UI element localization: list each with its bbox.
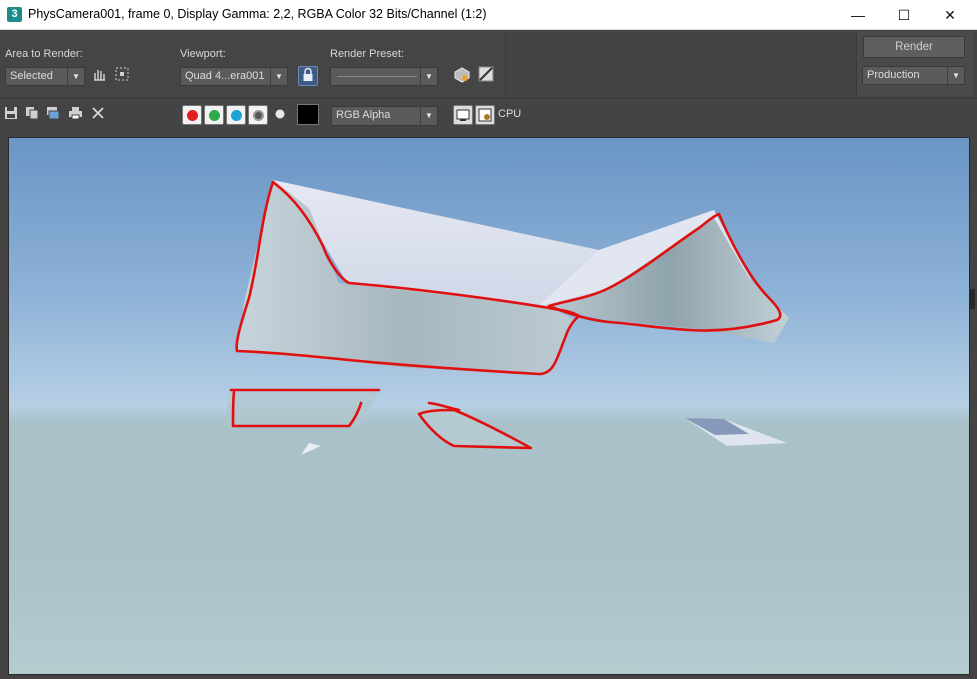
region-select-icon[interactable]	[112, 66, 132, 86]
minimize-button[interactable]: —	[835, 0, 881, 30]
environment-icon[interactable]	[476, 66, 496, 86]
title-bar: 3 PhysCamera001, frame 0, Display Gamma:…	[0, 0, 977, 30]
chevron-down-icon: ▼	[420, 68, 437, 85]
render-button[interactable]: Render	[863, 36, 965, 58]
render-mode-dropdown[interactable]: Production ▼	[862, 66, 965, 85]
maximize-button[interactable]: ☐	[881, 0, 927, 30]
render-mode-value: Production	[867, 69, 920, 81]
blue-channel-icon	[231, 110, 242, 121]
auto-region-icon[interactable]	[89, 66, 109, 86]
area-to-render-value: Selected	[10, 70, 53, 82]
render-controls-panel: Area to Render: Selected ▼ Viewport: Qua…	[0, 30, 977, 98]
vertical-scrollbar[interactable]	[970, 289, 975, 309]
chevron-down-icon: ▼	[67, 68, 84, 85]
viewport-dropdown[interactable]: Quad 4...era001 ▼	[180, 67, 288, 86]
render-setup-icon[interactable]	[452, 66, 472, 86]
monochrome-toggle[interactable]	[272, 107, 288, 123]
green-channel-toggle[interactable]	[204, 105, 224, 125]
blue-channel-toggle[interactable]	[226, 105, 246, 125]
viewport-label: Viewport:	[180, 48, 226, 60]
chevron-down-icon: ▼	[947, 67, 964, 84]
alpha-channel-toggle[interactable]	[248, 105, 268, 125]
area-to-render-label: Area to Render:	[5, 48, 83, 60]
print-icon[interactable]	[67, 106, 83, 122]
viewport-value: Quad 4...era001	[185, 70, 265, 82]
rendered-scene	[224, 180, 789, 455]
save-icon[interactable]	[3, 106, 19, 122]
green-channel-icon	[209, 110, 220, 121]
rendered-image-viewport[interactable]	[8, 137, 970, 675]
alpha-channel-icon	[253, 110, 264, 121]
red-channel-icon	[187, 110, 198, 121]
render-preset-label: Render Preset:	[330, 48, 404, 60]
render-window-button[interactable]	[475, 105, 495, 125]
close-button[interactable]: ✕	[927, 0, 973, 30]
render-preset-dropdown[interactable]: ▼	[330, 67, 438, 86]
area-to-render-dropdown[interactable]: Selected ▼	[5, 67, 85, 86]
copy-icon[interactable]	[24, 106, 40, 122]
frame-buffer-toolbar: RGB Alpha ▼ CPU	[0, 98, 977, 130]
display-channel-value: RGB Alpha	[336, 109, 391, 121]
chevron-down-icon: ▼	[420, 107, 437, 124]
clone-icon[interactable]	[45, 106, 61, 122]
window-title: PhysCamera001, frame 0, Display Gamma: 2…	[28, 7, 487, 21]
display-correction-button[interactable]	[453, 105, 473, 125]
swatch-color-box[interactable]	[297, 104, 319, 125]
display-channel-dropdown[interactable]: RGB Alpha ▼	[331, 106, 438, 126]
lock-icon[interactable]	[298, 66, 318, 86]
chevron-down-icon: ▼	[270, 68, 287, 85]
cpu-label: CPU	[498, 108, 522, 120]
render-settings-group: Area to Render: Selected ▼ Viewport: Qua…	[0, 32, 506, 96]
clear-icon[interactable]	[90, 106, 106, 122]
red-channel-toggle[interactable]	[182, 105, 202, 125]
app-logo-icon: 3	[7, 7, 22, 22]
